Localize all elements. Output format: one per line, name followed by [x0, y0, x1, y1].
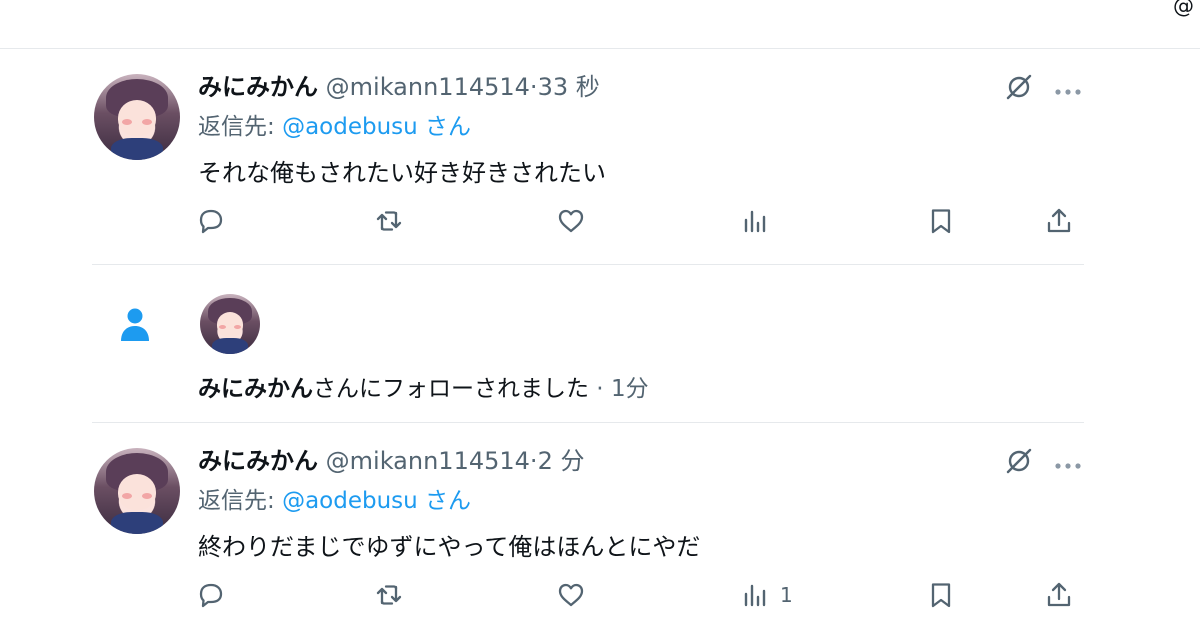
divider — [92, 422, 1084, 423]
mention-suffix: さん — [417, 488, 472, 514]
reply-button[interactable] — [196, 578, 226, 612]
like-button[interactable] — [556, 204, 586, 238]
tweet-actions — [196, 204, 1086, 244]
separator-dot: · — [529, 73, 538, 101]
tweet[interactable]: みにみかん @mikann114514·33 秒 返信先: @aodebusu … — [92, 72, 1084, 248]
tweet-header: みにみかん @mikann114514·33 秒 — [198, 72, 600, 102]
avatar[interactable] — [94, 448, 180, 534]
timestamp[interactable]: 33 秒 — [538, 73, 600, 101]
bookmark-icon — [931, 209, 951, 234]
display-name[interactable]: みにみかん — [198, 73, 318, 101]
user-handle[interactable]: @mikann114514 — [326, 73, 530, 101]
retweet-button[interactable] — [374, 578, 404, 612]
replying-label: 返信先: — [198, 114, 283, 140]
timestamp[interactable]: 2 分 — [538, 447, 585, 475]
more-icon[interactable] — [1054, 456, 1082, 469]
tweet-text: 終わりだまじでゆずにやって俺はほんとにやだ — [198, 533, 701, 561]
reply-icon — [199, 209, 223, 234]
share-button[interactable] — [1044, 578, 1074, 612]
views-icon — [744, 584, 766, 607]
mention-link[interactable]: @aodebusu — [282, 488, 418, 514]
retweet-button[interactable] — [374, 204, 404, 238]
tweet-header: みにみかん @mikann114514·2 分 — [198, 446, 584, 476]
views-button[interactable] — [740, 204, 780, 238]
avatar[interactable] — [200, 294, 260, 354]
display-name[interactable]: みにみかん — [198, 376, 313, 402]
bookmark-icon — [931, 583, 951, 608]
like-icon — [558, 209, 584, 233]
views-button[interactable]: 1 — [740, 578, 793, 612]
tweet[interactable]: みにみかん @mikann114514·2 分 返信先: @aodebusu さ… — [92, 446, 1084, 622]
avatar[interactable] — [94, 74, 180, 160]
like-button[interactable] — [556, 578, 586, 612]
reply-icon — [199, 583, 223, 608]
tweet-actions: 1 — [196, 578, 1086, 618]
separator-dot: · — [529, 447, 538, 475]
retweet-icon — [376, 211, 402, 231]
user-handle[interactable]: @mikann114514 — [326, 447, 530, 475]
share-button[interactable] — [1044, 204, 1074, 238]
display-name[interactable]: みにみかん — [198, 447, 318, 475]
grok-icon[interactable] — [1004, 446, 1034, 476]
follow-text: みにみかんさんにフォローされました · 1分 — [198, 374, 649, 404]
share-icon — [1047, 208, 1071, 233]
mention-suffix: さん — [417, 114, 472, 140]
follow-message: さんにフォローされました — [313, 376, 589, 402]
replying-label: 返信先: — [198, 488, 283, 514]
top-bar: @ — [0, 0, 1200, 49]
at-icon[interactable]: @ — [1173, 0, 1194, 18]
like-icon — [558, 583, 584, 607]
retweet-icon — [376, 585, 402, 605]
follow-notification[interactable]: みにみかんさんにフォローされました · 1分 — [92, 292, 1084, 412]
tweet-text: それな俺もされたい好き好きされたい — [198, 159, 606, 187]
bookmark-button[interactable] — [926, 578, 956, 612]
replying-to: 返信先: @aodebusu さん — [198, 112, 471, 142]
views-count: 1 — [780, 583, 793, 607]
bookmark-button[interactable] — [926, 204, 956, 238]
grok-icon[interactable] — [1004, 72, 1034, 102]
more-icon[interactable] — [1054, 82, 1082, 95]
views-icon — [744, 210, 766, 233]
person-icon — [118, 306, 152, 342]
replying-to: 返信先: @aodebusu さん — [198, 486, 471, 516]
reply-button[interactable] — [196, 204, 226, 238]
timestamp: 1分 — [610, 376, 649, 402]
separator-dot: · — [589, 376, 611, 402]
share-icon — [1047, 582, 1071, 607]
divider — [92, 264, 1084, 265]
mention-link[interactable]: @aodebusu — [282, 114, 418, 140]
